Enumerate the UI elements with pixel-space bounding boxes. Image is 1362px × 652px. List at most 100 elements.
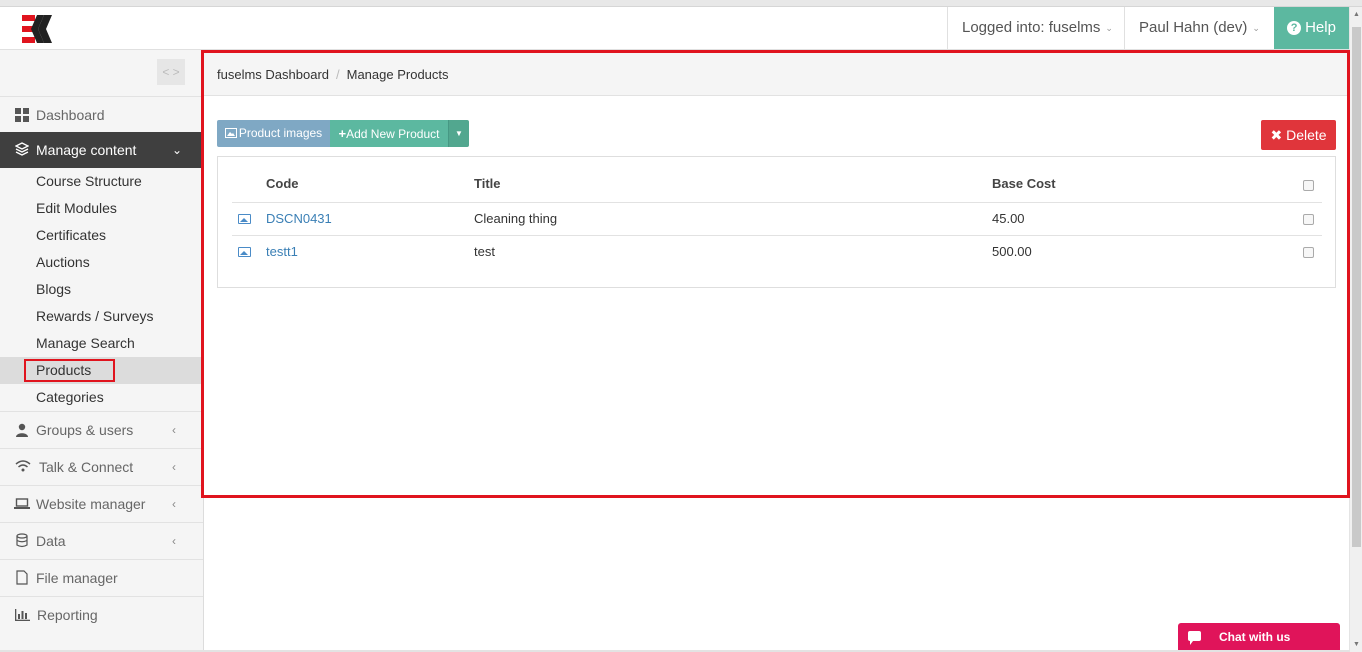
logged-into-label: Logged into: fuselms [962,19,1101,36]
sidebar-subitem-manage-search[interactable]: Manage Search [0,330,203,357]
help-label: Help [1305,19,1336,36]
sidebar-item-label: Dashboard [36,107,105,123]
product-base-cost: 500.00 [992,244,1032,259]
product-code-link[interactable]: DSCN0431 [266,203,332,235]
sidebar-item-website-manager[interactable]: Website manager ‹ [0,485,203,522]
breadcrumb: fuselms Dashboard / Manage Products [204,53,1347,96]
close-x-icon: ✖ [1270,127,1283,143]
product-images-label: Product images [238,126,323,140]
browser-top-strip [0,0,1362,7]
product-images-button[interactable]: Product images [217,120,330,147]
chevron-down-icon: ⌄ [172,143,183,157]
add-new-product-label: Add New Product [346,127,440,141]
column-header-base-cost: Base Cost [992,176,1056,191]
caret-down-icon: ▼ [455,129,463,138]
subitem-label: Rewards / Surveys [36,308,154,324]
sidebar-item-manage-content[interactable]: Manage content ⌄ [0,132,211,169]
chat-label: Chat with us [1219,630,1291,644]
row-checkbox[interactable] [1303,214,1314,225]
sidebar-item-groups-users[interactable]: Groups & users ‹ [0,411,203,448]
add-new-product-button[interactable]: +Add New Product [330,120,448,147]
sidebar-item-label: Manage content [36,142,137,158]
sidebar-subitem-edit-modules[interactable]: Edit Modules [0,195,203,222]
scroll-up-arrow-icon[interactable]: ▲ [1353,11,1360,18]
sidebar-subitem-auctions[interactable]: Auctions [0,249,203,276]
sidebar-subitem-certificates[interactable]: Certificates [0,222,203,249]
sidebar-subitem-course-structure[interactable]: Course Structure [0,168,203,195]
main-panel-highlight: fuselms Dashboard / Manage Products Produc… [201,50,1350,498]
laptop-icon [14,486,30,523]
chevron-left-icon: ‹ [172,497,176,511]
row-checkbox[interactable] [1303,247,1314,258]
sidebar-subitem-blogs[interactable]: Blogs [0,276,203,303]
sidebar-item-label: Data [36,533,66,549]
sidebar-subitem-rewards-surveys[interactable]: Rewards / Surveys [0,303,203,330]
products-table: Code Title Base Cost DSCN0431 Cleaning t… [217,156,1336,288]
breadcrumb-current: Manage Products [346,67,449,82]
user-name: Paul Hahn (dev) [1139,19,1248,36]
sidebar-item-label: Groups & users [36,422,134,438]
sidebar-item-label: Website manager [36,496,146,512]
chevron-left-icon: ‹ [172,423,176,437]
product-title: test [474,244,495,259]
product-title: Cleaning thing [474,211,558,226]
table-row[interactable]: testt1 test 500.00 [232,235,1322,268]
vertical-scrollbar[interactable]: ▲ ▼ [1349,7,1362,652]
scrollbar-thumb[interactable] [1352,27,1361,547]
column-header-code: Code [266,176,299,191]
database-icon [14,523,30,561]
subitem-label: Auctions [36,254,90,270]
column-header-title: Title [474,176,501,191]
brand-logo[interactable] [22,15,54,43]
logged-into-dropdown[interactable]: Logged into: fuselms ⌄ [947,7,1127,49]
sidebar-item-data[interactable]: Data ‹ [0,522,203,559]
chat-widget-button[interactable]: Chat with us [1178,623,1340,652]
scroll-down-arrow-icon[interactable]: ▼ [1353,641,1360,648]
chevron-left-icon: ‹ [172,460,176,474]
sidebar-item-reporting[interactable]: Reporting [0,596,203,633]
sidebar-item-talk-connect[interactable]: Talk & Connect ‹ [0,448,203,485]
file-icon [14,560,30,598]
sidebar-item-file-manager[interactable]: File manager [0,559,203,596]
wifi-icon [15,449,31,486]
question-circle-icon: ? [1287,21,1302,35]
user-menu-dropdown[interactable]: Paul Hahn (dev) ⌄ [1124,7,1274,49]
subitem-label: Categories [36,389,104,405]
subitem-label: Certificates [36,227,107,243]
product-base-cost: 45.00 [992,211,1025,226]
image-icon[interactable] [238,214,251,224]
subitem-label: Products [36,362,92,378]
dashboard-grid-icon [14,97,30,135]
chat-bubble-icon [1188,631,1201,645]
table-row[interactable]: DSCN0431 Cleaning thing 45.00 [232,202,1322,235]
subitem-label: Manage Search [36,335,135,351]
sidebar-item-label: Talk & Connect [39,459,134,475]
sidebar-item-label: Reporting [37,607,98,623]
subitem-label: Course Structure [36,173,142,189]
sidebar-item-dashboard[interactable]: Dashboard [0,96,203,133]
sidebar-collapse-button[interactable]: < > [157,59,185,85]
chevron-left-icon: ‹ [172,534,176,548]
image-icon[interactable] [238,247,251,257]
breadcrumb-home-link[interactable]: fuselms Dashboard [217,67,329,82]
delete-button[interactable]: ✖ Delete [1261,120,1336,150]
top-header: Logged into: fuselms ⌄ Paul Hahn (dev) ⌄ ?… [0,7,1349,50]
chevron-down-icon: ⌄ [1105,23,1113,33]
product-code-link[interactable]: testt1 [266,236,298,268]
subitem-label: Edit Modules [36,200,117,216]
user-icon [14,412,30,450]
add-product-dropdown-toggle[interactable]: ▼ [448,120,469,147]
select-all-checkbox[interactable] [1303,180,1314,191]
plus-icon: + [338,126,347,141]
chevron-down-icon: ⌄ [1252,23,1260,33]
sidebar-subitem-products[interactable]: Products [0,357,203,384]
image-icon [224,128,237,138]
sidebar-subitem-categories[interactable]: Categories [0,384,203,411]
sidebar-item-label: File manager [36,570,118,586]
help-button[interactable]: ? Help [1274,7,1349,49]
subitem-label: Blogs [36,281,72,297]
layers-icon [14,132,30,169]
sidebar: < > Dashboard Manage content ⌄ Course St… [0,50,211,652]
bar-chart-icon [14,597,30,634]
breadcrumb-separator: / [336,67,340,82]
